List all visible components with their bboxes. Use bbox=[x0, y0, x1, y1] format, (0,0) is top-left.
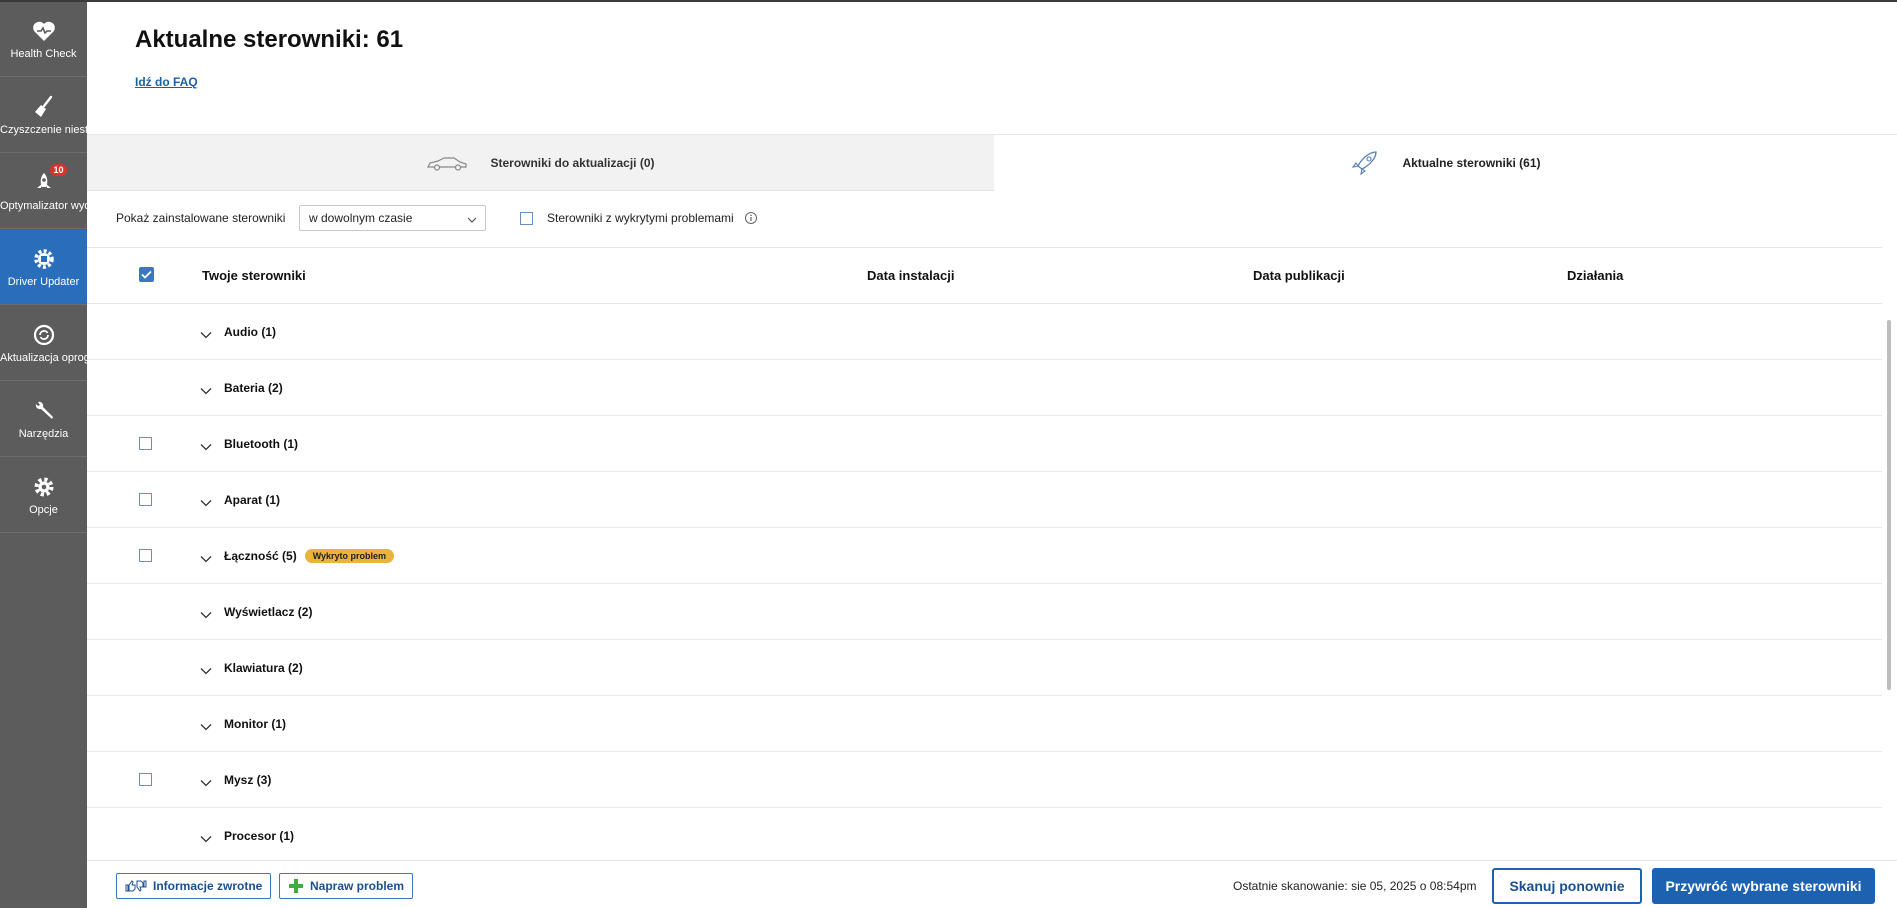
heart-icon bbox=[31, 18, 57, 44]
sidebar-item-label: Driver Updater bbox=[7, 275, 80, 288]
category-label: Procesor (1) bbox=[224, 829, 295, 843]
column-header-actions: Działania bbox=[1567, 268, 1624, 283]
sidebar-item-performance-optimizer[interactable]: 10 Optymalizator wydajności bbox=[0, 154, 87, 229]
chevron-down-icon[interactable] bbox=[200, 774, 212, 792]
table-row[interactable]: Bluetooth (1) bbox=[87, 416, 1882, 472]
restore-selected-button[interactable]: Przywróć wybrane sterowniki bbox=[1652, 868, 1875, 904]
footer-bar: Informacje zwrotne Napraw problem Ostatn… bbox=[87, 860, 1897, 908]
table-row[interactable]: Aparat (1) bbox=[87, 472, 1882, 528]
problems-filter-checkbox[interactable] bbox=[520, 212, 533, 225]
row-checkbox[interactable] bbox=[139, 437, 152, 450]
category-label: Łączność (5) Wykryto problem bbox=[224, 549, 395, 563]
driver-tabs: Sterowniki do aktualizacji (0) Aktualne … bbox=[87, 134, 1897, 191]
problem-detected-badge: Wykryto problem bbox=[304, 549, 395, 563]
chevron-down-icon[interactable] bbox=[200, 438, 212, 456]
problems-filter-label: Sterowniki z wykrytymi problemami bbox=[547, 211, 734, 225]
table-row[interactable]: Klawiatura (2) bbox=[87, 640, 1882, 696]
row-checkbox[interactable] bbox=[139, 549, 152, 562]
category-label: Bateria (2) bbox=[224, 381, 283, 395]
sidebar-item-software-update[interactable]: Aktualizacja oprogramowania bbox=[0, 306, 87, 381]
driver-category-list: Audio (1) Bateria (2) Bluetooth (1) Apar… bbox=[87, 304, 1882, 860]
chevron-down-icon[interactable] bbox=[200, 382, 212, 400]
rocket-icon: 10 bbox=[31, 164, 67, 196]
page-title: Aktualne sterowniki: 61 bbox=[135, 26, 404, 53]
sidebar-item-label: Aktualizacja oprogramowania bbox=[0, 352, 87, 364]
sidebar-item-custom-clean[interactable]: Czyszczenie niestandardowe bbox=[0, 78, 87, 153]
table-row[interactable]: Bateria (2) bbox=[87, 360, 1882, 416]
column-header-drivers: Twoje sterowniki bbox=[202, 268, 306, 283]
table-row[interactable]: Łączność (5) Wykryto problem bbox=[87, 528, 1882, 584]
fix-problem-label: Napraw problem bbox=[310, 879, 405, 893]
table-header: Twoje sterowniki Data instalacji Data pu… bbox=[87, 248, 1882, 304]
feedback-label: Informacje zwrotne bbox=[153, 879, 263, 893]
sidebar-item-label: Czyszczenie niestandardowe bbox=[0, 124, 87, 136]
category-label: Mysz (3) bbox=[224, 773, 272, 787]
sidebar-item-label: Narzędzia bbox=[18, 427, 69, 440]
table-row[interactable]: Mysz (3) bbox=[87, 752, 1882, 808]
tab-label: Aktualne sterowniki (61) bbox=[1402, 156, 1541, 170]
sidebar-item-label: Opcje bbox=[29, 503, 58, 516]
select-all-checkbox[interactable] bbox=[139, 267, 154, 282]
chevron-down-icon[interactable] bbox=[200, 550, 212, 568]
rocket-outline-icon bbox=[1350, 150, 1380, 176]
table-row[interactable]: Monitor (1) bbox=[87, 696, 1882, 752]
sidebar-item-health-check[interactable]: Health Check bbox=[0, 2, 87, 77]
row-checkbox[interactable] bbox=[139, 773, 152, 786]
time-filter-select[interactable]: w dowolnym czasie bbox=[299, 205, 486, 231]
category-label: Monitor (1) bbox=[224, 717, 286, 731]
category-label: Aparat (1) bbox=[224, 493, 281, 507]
car-icon bbox=[426, 155, 468, 171]
column-header-install-date: Data instalacji bbox=[867, 268, 955, 283]
plus-icon bbox=[288, 878, 304, 894]
chevron-down-icon bbox=[467, 213, 477, 227]
scrollbar-thumb[interactable] bbox=[1887, 320, 1891, 690]
wrench-icon bbox=[31, 398, 57, 424]
chevron-down-icon[interactable] bbox=[200, 494, 212, 512]
row-checkbox[interactable] bbox=[139, 493, 152, 506]
gear-icon bbox=[31, 474, 57, 500]
scrollbar[interactable] bbox=[1882, 304, 1897, 860]
chip-gear-icon bbox=[31, 246, 57, 272]
notification-badge: 10 bbox=[50, 164, 67, 176]
last-scan-text: Ostatnie skanowanie: sie 05, 2025 o 08:5… bbox=[1233, 879, 1477, 893]
sidebar-item-label: Optymalizator wydajności bbox=[0, 200, 87, 212]
tab-label: Sterowniki do aktualizacji (0) bbox=[490, 155, 655, 170]
sidebar-item-options[interactable]: Opcje bbox=[0, 458, 87, 533]
category-label: Bluetooth (1) bbox=[224, 437, 298, 451]
refresh-icon bbox=[31, 322, 57, 348]
chevron-down-icon[interactable] bbox=[200, 830, 212, 848]
category-label: Klawiatura (2) bbox=[224, 661, 303, 675]
sidebar-item-label: Health Check bbox=[10, 47, 77, 60]
table-row[interactable]: Wyświetlacz (2) bbox=[87, 584, 1882, 640]
sidebar-item-tools[interactable]: Narzędzia bbox=[0, 382, 87, 457]
info-icon[interactable] bbox=[744, 211, 758, 230]
thumbs-up-down-icon bbox=[125, 880, 147, 892]
broom-icon bbox=[31, 94, 57, 120]
category-name: Łączność (5) bbox=[224, 549, 297, 563]
chevron-down-icon[interactable] bbox=[200, 326, 212, 344]
show-installed-label: Pokaż zainstalowane sterowniki bbox=[116, 211, 286, 225]
category-label: Audio (1) bbox=[224, 325, 276, 339]
faq-link[interactable]: Idź do FAQ bbox=[135, 75, 198, 89]
chevron-down-icon[interactable] bbox=[200, 606, 212, 624]
column-header-publish-date: Data publikacji bbox=[1253, 268, 1345, 283]
chevron-down-icon[interactable] bbox=[200, 662, 212, 680]
filter-row: Pokaż zainstalowane sterowniki w dowolny… bbox=[87, 190, 1882, 248]
table-row[interactable]: Procesor (1) bbox=[87, 808, 1882, 860]
tab-drivers-to-update[interactable]: Sterowniki do aktualizacji (0) bbox=[87, 135, 994, 191]
sidebar: Health Check Czyszczenie niestandardowe … bbox=[0, 2, 87, 908]
feedback-button[interactable]: Informacje zwrotne bbox=[116, 873, 272, 899]
rescan-button[interactable]: Skanuj ponownie bbox=[1492, 868, 1642, 904]
window-top-border bbox=[0, 0, 1897, 2]
fix-problem-button[interactable]: Napraw problem bbox=[279, 873, 414, 899]
chevron-down-icon[interactable] bbox=[200, 718, 212, 736]
sidebar-item-driver-updater[interactable]: Driver Updater bbox=[0, 230, 87, 305]
tab-current-drivers[interactable]: Aktualne sterowniki (61) bbox=[994, 135, 1897, 191]
table-row[interactable]: Audio (1) bbox=[87, 304, 1882, 360]
category-label: Wyświetlacz (2) bbox=[224, 605, 313, 619]
select-value: w dowolnym czasie bbox=[309, 211, 413, 225]
